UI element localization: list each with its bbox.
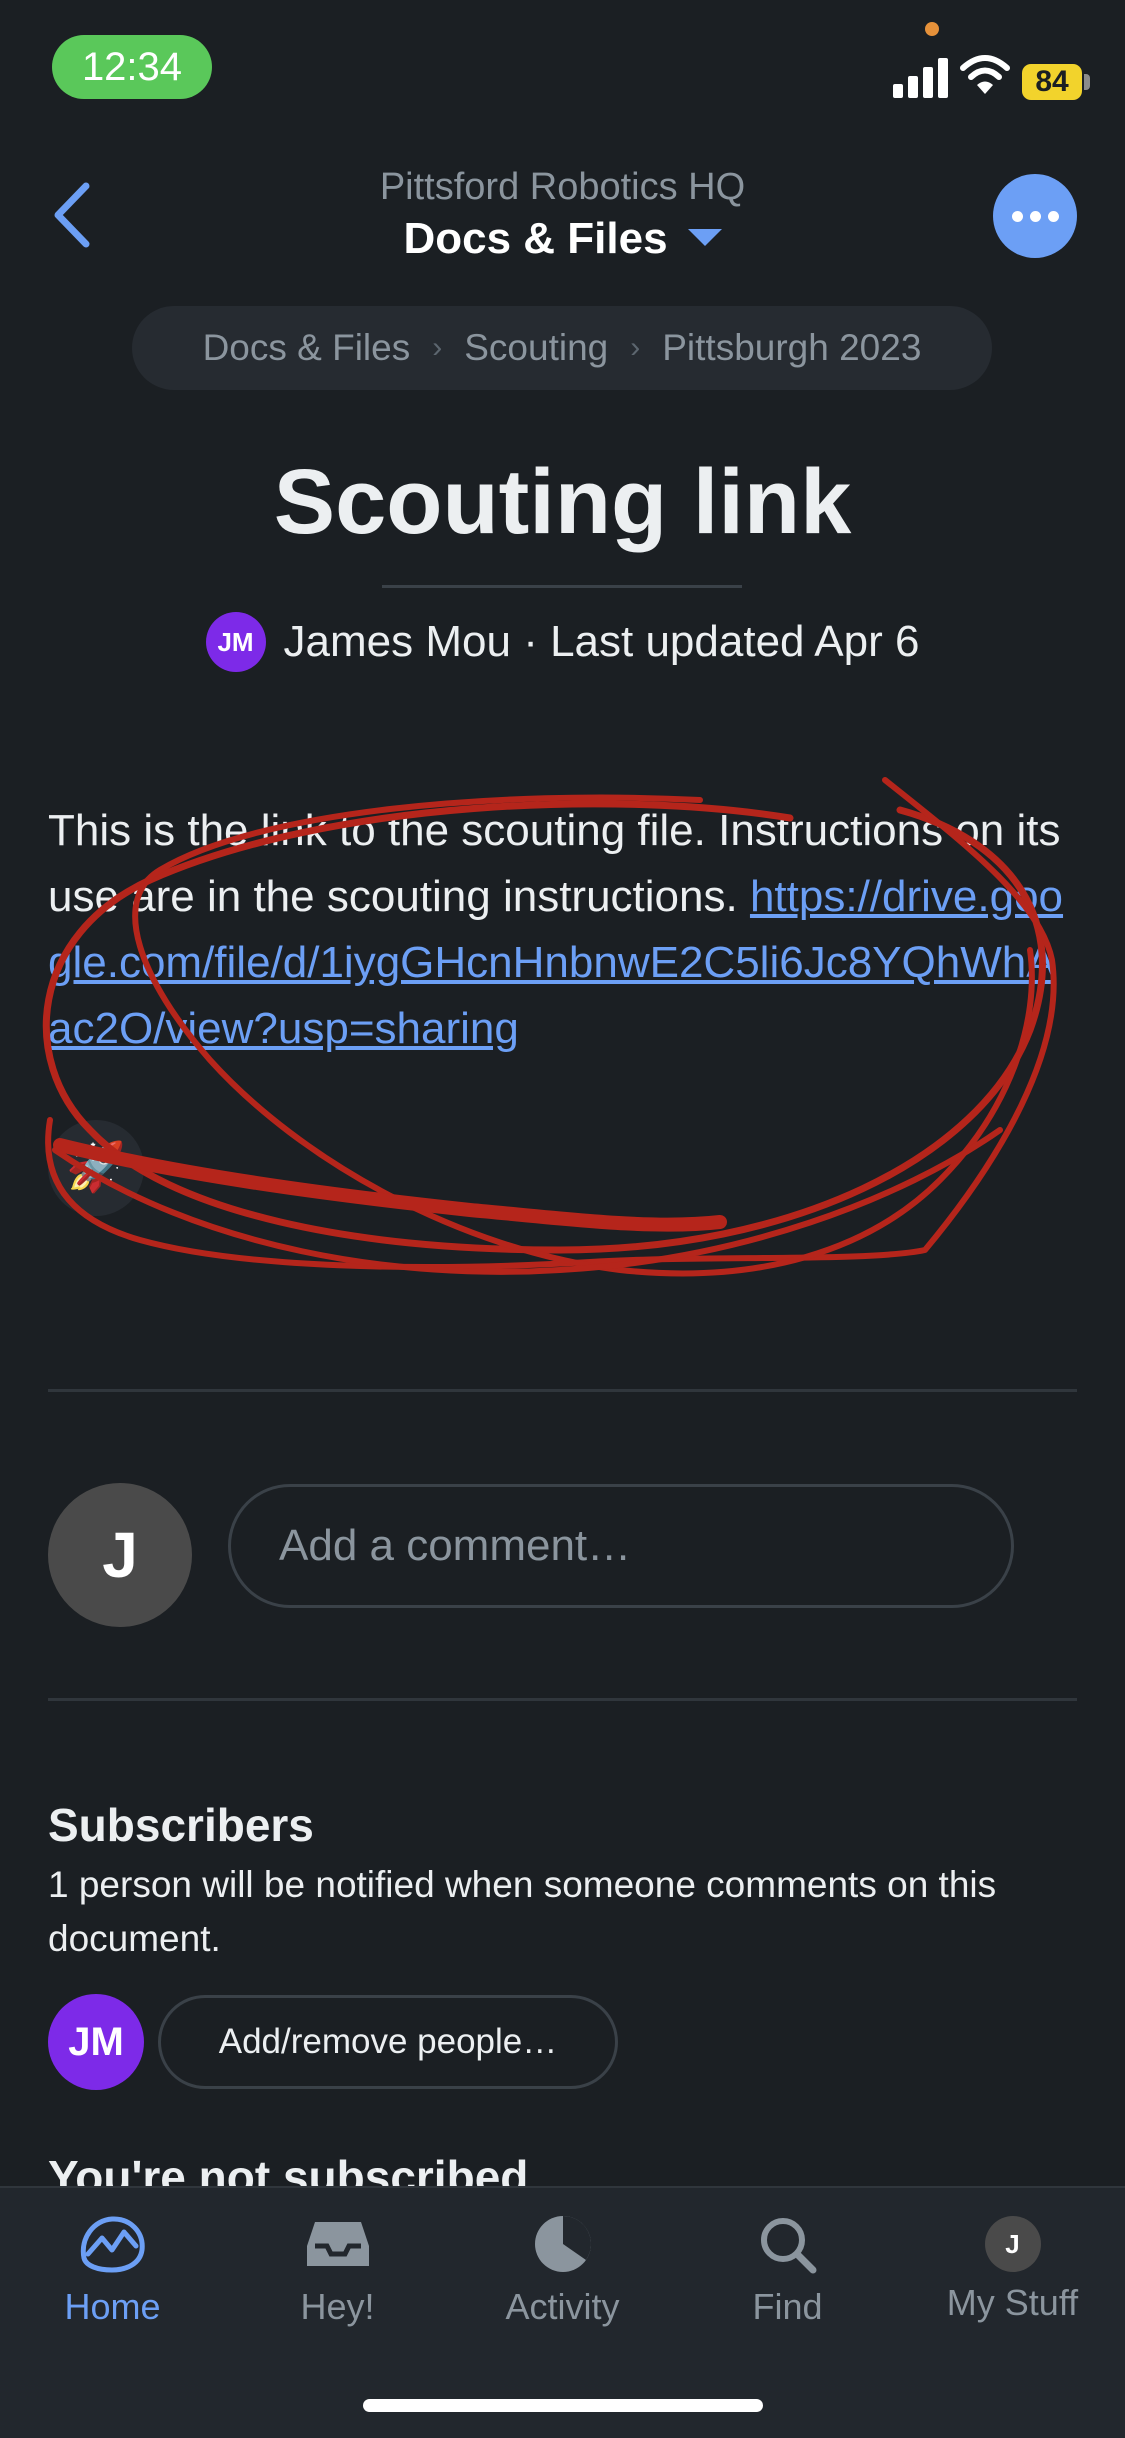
subscribers-heading: Subscribers: [48, 1799, 314, 1851]
document-title: Scouting link: [273, 451, 852, 553]
section-divider: [48, 1698, 1077, 1701]
tab-home[interactable]: Home: [0, 2212, 225, 2328]
tab-hey[interactable]: Hey!: [225, 2212, 450, 2328]
home-icon: [80, 2216, 145, 2273]
battery-icon: 84: [1022, 64, 1082, 100]
current-user-avatar: J: [48, 1483, 192, 1627]
breadcrumb: Docs & Files › Scouting › Pittsburgh 202…: [132, 306, 992, 390]
tab-home-label: Home: [64, 2286, 161, 2327]
privacy-indicator-dot: [925, 22, 939, 36]
tab-my-stuff-label: My Stuff: [946, 2282, 1079, 2323]
breadcrumb-item-docs[interactable]: Docs & Files: [203, 327, 411, 369]
comment-input[interactable]: [228, 1484, 1014, 1608]
subscriber-avatar[interactable]: JM: [48, 1994, 144, 2090]
activity-icon: [534, 2216, 591, 2272]
tab-activity[interactable]: Activity: [450, 2212, 675, 2328]
project-name: Pittsford Robotics HQ: [379, 166, 746, 208]
battery-tip: [1084, 74, 1090, 90]
section-divider: [48, 1389, 1077, 1392]
search-icon: [760, 2218, 816, 2274]
inbox-icon: [306, 2222, 369, 2266]
wifi-icon: [960, 55, 1010, 94]
author-name: James Mou: [283, 617, 511, 666]
chevron-right-icon: ›: [630, 331, 641, 364]
boost-button[interactable]: 🚀: [48, 1120, 144, 1216]
tab-my-stuff[interactable]: J My Stuff: [900, 2212, 1125, 2324]
tab-find-label: Find: [752, 2286, 823, 2327]
add-remove-people-button[interactable]: Add/remove people…: [158, 1995, 618, 2089]
chevron-down-icon: [687, 228, 722, 246]
tab-find[interactable]: Find: [675, 2212, 900, 2328]
tab-hey-label: Hey!: [300, 2286, 375, 2327]
document-body: This is the link to the scouting file. I…: [48, 798, 1078, 1062]
header-title: Docs & Files: [403, 214, 668, 263]
title-divider: [382, 585, 742, 588]
cellular-signal-icon: [893, 52, 949, 98]
breadcrumb-item-pittsburgh[interactable]: Pittsburgh 2023: [662, 327, 921, 369]
home-indicator: [363, 2399, 763, 2412]
author-line: JM James Mou · Last updated Apr 6: [0, 612, 1125, 672]
subscribers-description: 1 person will be notified when someone c…: [48, 1864, 997, 1959]
breadcrumb-item-scouting[interactable]: Scouting: [464, 327, 608, 369]
more-options-button[interactable]: [993, 174, 1077, 258]
last-updated: · Last updated Apr 6: [523, 617, 920, 666]
status-time: 12:34: [52, 35, 212, 99]
author-avatar[interactable]: JM: [205, 612, 266, 672]
my-stuff-avatar: J: [984, 2216, 1041, 2272]
chevron-right-icon: ›: [432, 331, 443, 364]
tab-activity-label: Activity: [505, 2286, 620, 2327]
header-title-dropdown[interactable]: Docs & Files: [0, 214, 1125, 264]
